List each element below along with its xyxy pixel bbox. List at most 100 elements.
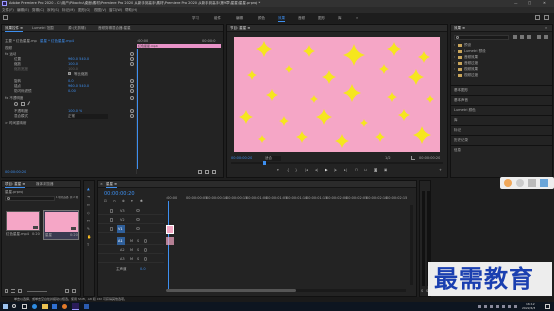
lock-icon[interactable] <box>110 209 113 213</box>
timeline-playhead[interactable] <box>168 201 169 291</box>
tray-icons[interactable] <box>478 305 518 308</box>
close-tab-icon[interactable]: × <box>100 182 103 187</box>
fit-dropdown[interactable]: 适合 <box>265 156 281 161</box>
snap-icon[interactable]: ∩ <box>113 199 116 204</box>
workspace-libraries[interactable]: 库 <box>338 16 342 21</box>
accelerated-icon[interactable] <box>513 35 517 39</box>
mute-button[interactable]: M <box>130 239 133 244</box>
menu-graphics[interactable]: 图形(G) <box>78 8 90 13</box>
fx-opacity[interactable]: fx 不透明度 <box>5 96 23 101</box>
eye-icon[interactable] <box>136 227 140 230</box>
add-marker-icon[interactable]: ▾ <box>131 199 133 204</box>
prop-opacity-value[interactable]: 100.0 % <box>68 109 82 114</box>
export-icon[interactable] <box>212 170 216 174</box>
effects-folder[interactable]: › 视频效果 <box>454 67 549 72</box>
wrench-icon[interactable] <box>411 156 415 160</box>
menu-edit[interactable]: 编辑(E) <box>17 8 29 13</box>
timeline-ruler[interactable]: :00:00 00:00:00:05 00:00:00:10 00:00:00:… <box>166 193 411 203</box>
timeline-audio-clip[interactable] <box>166 237 174 245</box>
razor-tool-icon[interactable]: ◇ <box>87 211 90 216</box>
eye-icon[interactable] <box>136 218 140 221</box>
maximize-panel-icon[interactable] <box>544 15 549 20</box>
program-monitor-title[interactable]: 节目: 星星 ≡ <box>230 26 250 31</box>
timeline-vscroll[interactable] <box>410 205 413 285</box>
reset-icon[interactable] <box>130 89 134 93</box>
go-to-in-icon[interactable]: |◂ <box>305 168 308 173</box>
reset-icon[interactable] <box>130 96 134 100</box>
edge-icon[interactable] <box>32 304 37 309</box>
effects-search-input[interactable] <box>454 35 509 40</box>
icon-view-icon[interactable] <box>18 289 22 293</box>
reset-icon[interactable] <box>130 52 134 56</box>
nest-icon[interactable]: ⊡ <box>104 199 107 204</box>
solo-button[interactable]: S <box>137 248 139 253</box>
search-icon[interactable] <box>12 304 16 308</box>
eye-icon[interactable] <box>136 209 140 212</box>
delete-icon[interactable] <box>544 35 548 39</box>
pen-tool-icon[interactable]: ✎ <box>87 227 90 232</box>
menu-marker[interactable]: 标记(M) <box>62 8 75 13</box>
menu-file[interactable]: 文件(F) <box>2 8 14 13</box>
uniform-scale-checkbox[interactable] <box>68 72 71 75</box>
program-playhead[interactable] <box>263 161 266 165</box>
ime-icon[interactable] <box>528 179 536 187</box>
ime-toolbar[interactable] <box>500 177 554 189</box>
add-marker-icon[interactable]: ▾ <box>277 168 279 173</box>
master-volume[interactable]: 0.0 <box>140 267 146 272</box>
effects-folder[interactable]: › Lumetri 预设 <box>454 49 549 54</box>
ec-clip-bar[interactable]: 红色星星.mp4 <box>137 44 221 48</box>
menu-view[interactable]: 视图(V) <box>94 8 106 13</box>
effects-panel-title[interactable]: 效果 ≡ <box>454 26 465 31</box>
effects-folder[interactable]: › 视频过渡 <box>454 73 549 78</box>
track-header-v3[interactable]: V3 <box>98 207 164 215</box>
new-item-icon[interactable] <box>65 289 69 293</box>
solo-button[interactable]: S <box>137 239 139 244</box>
workspace-color[interactable]: 颜色 <box>258 16 265 21</box>
menu-clip[interactable]: 剪辑(C) <box>32 8 44 13</box>
zoom-slider[interactable] <box>27 291 47 292</box>
tab-media-browser[interactable]: 媒体浏览器 <box>36 182 54 187</box>
timeline-clip[interactable] <box>166 225 174 234</box>
resolution-dropdown[interactable]: 1/2 <box>385 156 391 161</box>
track-header-master[interactable]: 主声道 0.0 <box>98 265 164 273</box>
hscroll-handle[interactable] <box>166 289 296 292</box>
add-button-icon[interactable]: + <box>439 168 442 173</box>
project-search-input[interactable] <box>5 196 55 201</box>
menu-window[interactable]: 窗口(W) <box>109 8 122 13</box>
hand-tool-icon[interactable]: ✋ <box>87 235 91 240</box>
program-video-frame[interactable] <box>234 37 440 152</box>
stacked-panel-header[interactable]: 信息 <box>451 145 552 154</box>
solo-button[interactable]: S <box>137 257 139 262</box>
track-header-v1[interactable]: V1 <box>98 225 164 233</box>
32bit-icon[interactable] <box>520 35 524 39</box>
export-frame-icon[interactable]: ◙ <box>374 168 377 173</box>
prop-scale-width-value[interactable]: 100.0 <box>68 67 78 72</box>
clock-date[interactable]: 2022/4/6 <box>522 306 535 310</box>
workspace-more-icon[interactable]: » <box>356 16 358 21</box>
track-select-tool-icon[interactable]: ⇥ <box>87 195 90 200</box>
workspace-editing[interactable]: 编辑 <box>236 16 243 21</box>
stacked-panel-header[interactable]: Lumetri 颜色 <box>451 105 552 114</box>
ripple-edit-tool-icon[interactable]: ⇔ <box>87 203 90 208</box>
fx-motion[interactable]: fx 运动 <box>5 52 16 57</box>
microphone-icon[interactable] <box>144 248 147 252</box>
linked-selection-icon[interactable]: ⊗ <box>122 199 125 204</box>
solo-left-button[interactable]: S <box>421 289 423 294</box>
tab-source[interactable]: 源:(无剪辑) <box>68 26 86 31</box>
workspace-graphics[interactable]: 图形 <box>318 16 325 21</box>
mute-button[interactable]: M <box>130 257 133 262</box>
prop-anchor-value[interactable]: 960.0 540.0 <box>68 84 89 89</box>
microphone-icon[interactable] <box>144 239 147 243</box>
extract-icon[interactable]: ⊔ <box>364 168 367 173</box>
timeline-tab[interactable]: 星星 ≡ <box>106 182 118 188</box>
word-icon[interactable] <box>84 304 89 309</box>
program-timecode[interactable]: 00:00:00:20 <box>231 156 252 161</box>
track-header-a3[interactable]: A3 M S <box>98 255 164 263</box>
stacked-panel-header[interactable]: 库 <box>451 115 552 124</box>
workspace-assembly[interactable]: 组件 <box>214 16 221 21</box>
timeline-hscroll[interactable] <box>166 289 406 292</box>
maximize-button[interactable]: □ <box>528 1 531 6</box>
trash-icon[interactable] <box>72 289 76 293</box>
mask-rect-icon[interactable] <box>21 102 25 106</box>
task-view-icon[interactable] <box>22 304 27 309</box>
